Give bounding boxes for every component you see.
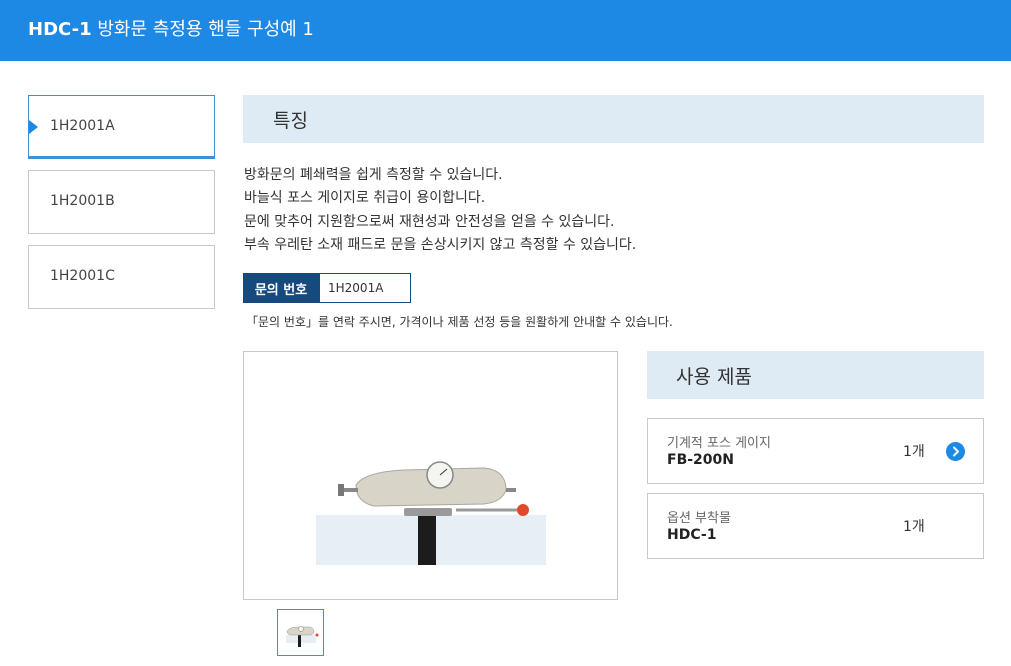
product-category: 옵션 부착물	[667, 511, 731, 526]
product-quantity: 1개	[903, 519, 925, 535]
product-thumbnail[interactable]	[277, 609, 324, 656]
page-title: HDC-1 방화문 측정용 핸들 구성예 1	[28, 17, 314, 43]
products-header: 사용 제품	[647, 351, 984, 399]
thumbnail-image	[286, 626, 319, 647]
chevron-right-icon[interactable]	[946, 442, 965, 461]
product-category: 기계적 포스 게이지	[667, 436, 771, 451]
active-arrow-icon	[29, 120, 38, 134]
configuration-tabs: 1H2001A 1H2001B 1H2001C	[28, 95, 215, 320]
features-title: 특징	[273, 110, 308, 132]
feature-line: 부속 우레탄 소재 패드로 문을 손상시키지 않고 측정할 수 있습니다.	[244, 236, 637, 253]
tab-1h2001b[interactable]: 1H2001B	[28, 170, 215, 234]
tab-1h2001c[interactable]: 1H2001C	[28, 245, 215, 309]
inquiry-note: 「문의 번호」를 연락 주시면, 가격이나 제품 선정 등을 원활하게 안내할 …	[246, 315, 673, 329]
force-gauge-with-handle-image	[316, 461, 546, 565]
inquiry-label: 문의 번호	[243, 273, 319, 303]
feature-line: 문에 맞추어 지원함으로써 재현성과 안전성을 얻을 수 있습니다.	[244, 213, 615, 230]
inquiry-value[interactable]: 1H2001A	[319, 273, 411, 303]
tab-label: 1H2001B	[50, 193, 115, 209]
page-title-text: 방화문 측정용 핸들 구성예 1	[97, 19, 314, 40]
inquiry-number: 문의 번호 1H2001A	[243, 273, 411, 303]
page-header: HDC-1 방화문 측정용 핸들 구성예 1	[0, 0, 1011, 61]
product-quantity: 1개	[903, 444, 925, 460]
product-name: HDC-1	[667, 527, 717, 543]
tab-1h2001a[interactable]: 1H2001A	[28, 95, 215, 159]
product-name: FB-200N	[667, 452, 734, 468]
feature-line: 방화문의 폐쇄력을 쉽게 측정할 수 있습니다.	[244, 167, 503, 183]
features-header: 특징	[243, 95, 984, 143]
feature-line: 바늘식 포스 게이지로 취급이 용이합니다.	[244, 190, 486, 207]
tab-label: 1H2001C	[50, 268, 115, 284]
page-title-model: HDC-1	[28, 19, 92, 40]
features-description: 방화문의 폐쇄력을 쉽게 측정할 수 있습니다. 바늘식 포스 게이지로 취급이…	[244, 164, 984, 257]
product-card-fb-200n[interactable]: 기계적 포스 게이지 FB-200N 1개	[647, 418, 984, 484]
products-title: 사용 제품	[676, 366, 752, 388]
tab-label: 1H2001A	[50, 118, 115, 134]
product-card-hdc-1: 옵션 부착물 HDC-1 1개	[647, 493, 984, 559]
product-image	[243, 351, 618, 600]
